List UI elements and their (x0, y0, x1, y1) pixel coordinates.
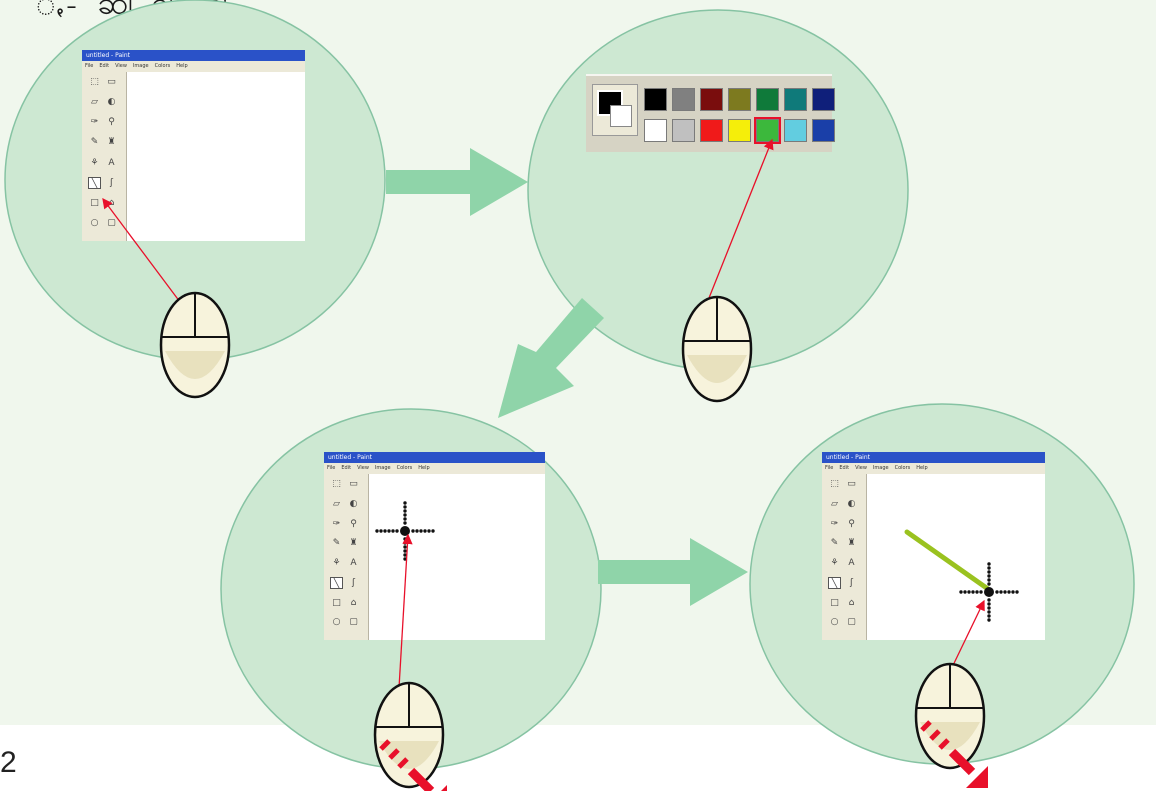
mouse-icon (914, 662, 988, 788)
pointer-line-step3 (397, 533, 413, 706)
mouse-icon (159, 291, 231, 399)
page-number: 2 (0, 746, 17, 779)
crosshair-cursor-icon (375, 501, 435, 561)
mouse-icon (681, 295, 753, 403)
mouse-icon (373, 681, 447, 791)
pointer-line-step1 (102, 197, 181, 303)
pointer-line-step2 (704, 138, 774, 309)
diagram-overlay (102, 138, 1019, 791)
tutorial-page: ꩻꩽ ꩿ ꩾ ꩿꩻ untitled - Paint FileEditViewI… (0, 0, 1156, 791)
drawn-line (904, 529, 991, 592)
crosshair-cursor-icon (959, 562, 1019, 622)
